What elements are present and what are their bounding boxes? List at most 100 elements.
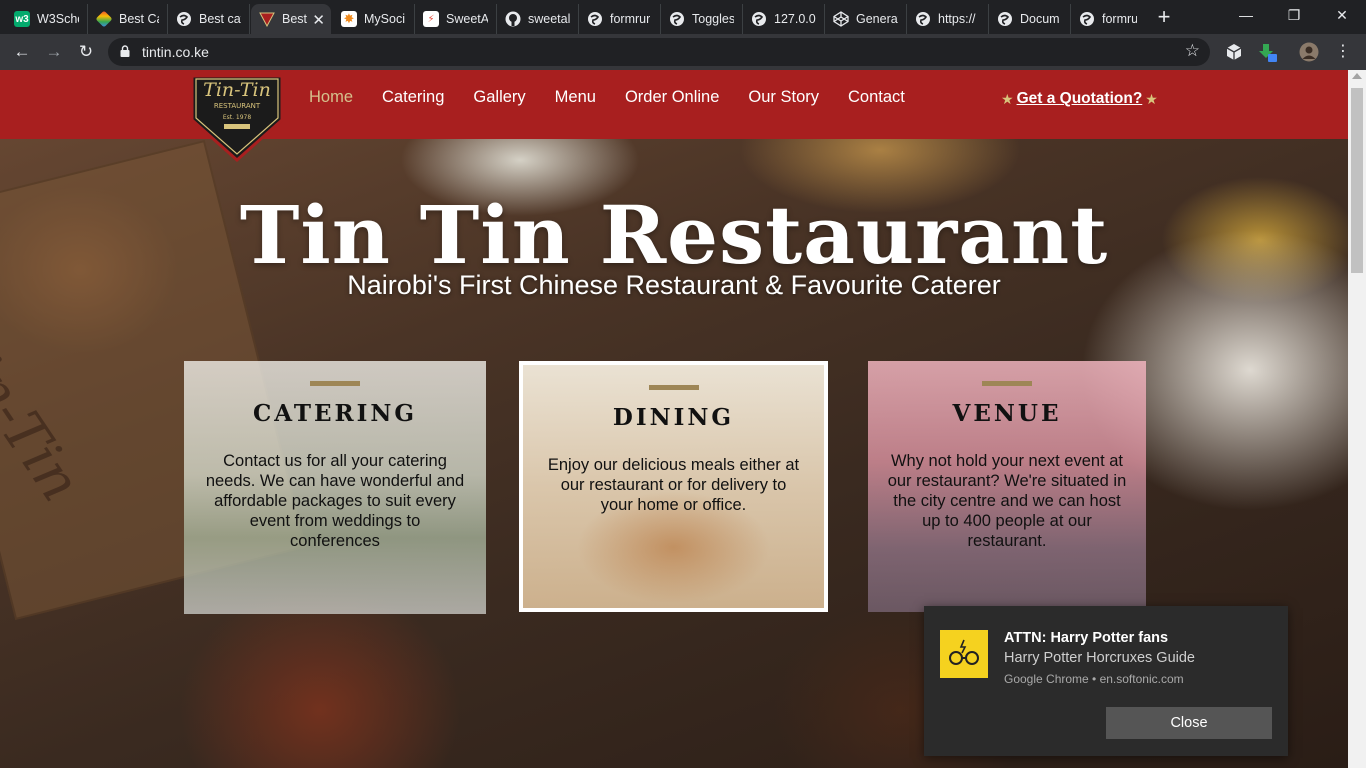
window-controls: — ❐ ✕ [1222, 0, 1366, 30]
nav-menu[interactable]: Menu [555, 88, 596, 107]
tab-label: 127.0.0. [774, 12, 816, 26]
sweetalert-icon: ⚡ [423, 11, 439, 27]
cube-extension-icon[interactable] [1224, 42, 1244, 62]
tab-formrun-2[interactable]: formrur [1071, 4, 1145, 34]
bookmark-star-icon[interactable]: ☆ [1185, 41, 1200, 61]
nav-gallery[interactable]: Gallery [473, 88, 525, 107]
nav-contact[interactable]: Contact [848, 88, 905, 107]
codepen-icon [833, 11, 849, 27]
card-accent-bar [982, 381, 1032, 386]
globe-icon [669, 11, 685, 27]
tab-https[interactable]: https:// [907, 4, 989, 34]
tab-best-ca[interactable]: Best Ca [88, 4, 168, 34]
card-accent-bar [648, 385, 699, 390]
back-arrow-icon[interactable]: ← [9, 39, 35, 65]
notification-title: ATTN: Harry Potter fans [1004, 630, 1169, 646]
nav-home[interactable]: Home [309, 88, 353, 107]
notification-source: Google Chrome • en.softonic.com [1004, 672, 1184, 686]
logo-sub: RESTAURANT [214, 102, 261, 110]
venue-card-text: Why not hold your next event at our rest… [887, 452, 1127, 550]
logo-est: Est. 1978 [223, 114, 252, 121]
url-text: tintin.co.ke [142, 44, 209, 60]
w3schools-icon: w3 [14, 11, 30, 27]
globe-icon [176, 11, 192, 27]
scrollbar-thumb[interactable] [1351, 88, 1363, 273]
kebab-menu-icon[interactable]: ⋮ [1330, 39, 1356, 65]
github-icon [505, 11, 521, 27]
chrome-notification[interactable]: ATTN: Harry Potter fans Harry Potter Hor… [924, 606, 1288, 756]
harry-potter-glasses-icon [940, 630, 988, 678]
star-icon: ★ [1001, 90, 1014, 107]
logo-chinese-characters [224, 124, 250, 129]
tab-label: MySoci [364, 12, 405, 26]
main-nav: Home Catering Gallery Menu Order Online … [309, 88, 934, 107]
tab-localhost[interactable]: 127.0.0. [743, 4, 825, 34]
nav-catering[interactable]: Catering [382, 88, 444, 107]
tab-label: formrur [610, 12, 651, 26]
tab-generate[interactable]: Generat [825, 4, 907, 34]
dining-card[interactable]: DINING Enjoy our delicious meals either … [519, 361, 828, 612]
address-bar[interactable]: tintin.co.ke ☆ [108, 38, 1210, 66]
venue-card[interactable]: VENUE Why not hold your next event at ou… [868, 361, 1146, 612]
logo-name: Tin-Tin [203, 79, 271, 101]
browser-tab-strip: w3 W3Scho Best Ca Best cat Best ✕ ✸ MySo… [0, 0, 1366, 34]
tab-label: formrur [1102, 12, 1137, 26]
quotation-cta: ★ Get a Quotation? ★ [998, 90, 1161, 108]
restore-icon[interactable]: ❐ [1270, 0, 1318, 30]
tab-active-tintin[interactable]: Best ✕ [251, 4, 331, 34]
tab-github[interactable]: sweetal [497, 4, 579, 34]
background-menu-text: Tin-Tin [0, 311, 94, 513]
tintin-logo[interactable]: Tin-Tin RESTAURANT Est. 1978 [190, 74, 284, 162]
catering-card-title: CATERING [252, 400, 418, 427]
new-tab-button[interactable]: + [1152, 4, 1176, 30]
tab-label: Docum [1020, 12, 1060, 26]
card-accent-bar [310, 381, 360, 386]
site-header: Tin-Tin RESTAURANT Est. 1978 Home Cateri… [0, 70, 1348, 162]
catering-card[interactable]: CATERING Contact us for all your caterin… [184, 361, 486, 614]
venue-card-title: VENUE [952, 400, 1062, 427]
close-window-icon[interactable]: ✕ [1318, 0, 1366, 30]
tab-mysocial[interactable]: ✸ MySoci [333, 4, 415, 34]
nav-order-online[interactable]: Order Online [625, 88, 719, 107]
tintin-logo-icon [259, 11, 275, 27]
lock-icon [120, 45, 130, 57]
page-scrollbar[interactable] [1348, 70, 1366, 768]
minimize-icon[interactable]: — [1222, 0, 1270, 30]
tab-formrun[interactable]: formrur [579, 4, 661, 34]
hero-title: Tin Tin Restaurant [239, 188, 1109, 282]
globe-icon [915, 11, 931, 27]
tab-label: SweetA [446, 12, 488, 26]
catering-card-text: Contact us for all your catering needs. … [205, 452, 465, 550]
profile-avatar[interactable] [1299, 42, 1319, 62]
globe-icon [587, 11, 603, 27]
download-extension-icon[interactable] [1257, 42, 1277, 62]
scroll-up-arrow-icon[interactable] [1352, 73, 1362, 79]
tab-w3schools[interactable]: w3 W3Scho [6, 4, 88, 34]
dining-card-title: DINING [612, 404, 735, 431]
tab-label: sweetal [528, 12, 570, 26]
tab-sweetalert[interactable]: ⚡ SweetA [415, 4, 497, 34]
tab-toggles[interactable]: Toggles [661, 4, 743, 34]
tab-label: W3Scho [37, 12, 79, 26]
dining-card-text: Enjoy our delicious meals either at our … [547, 456, 800, 514]
reload-icon[interactable]: ↻ [73, 39, 99, 65]
globe-icon [1079, 11, 1095, 27]
forward-arrow-icon[interactable]: → [41, 39, 67, 65]
tab-document[interactable]: Docum [989, 4, 1071, 34]
tab-label: https:// [938, 12, 976, 26]
mysocial-icon: ✸ [341, 11, 357, 27]
nav-our-story[interactable]: Our Story [748, 88, 819, 107]
notification-body: Harry Potter Horcruxes Guide [1004, 650, 1195, 666]
tab-best-cat[interactable]: Best cat [168, 4, 250, 34]
browser-toolbar: ← → ↻ tintin.co.ke ☆ ⋮ [0, 34, 1366, 70]
get-quotation-link[interactable]: Get a Quotation? [1017, 90, 1143, 108]
tab-label: Best Ca [119, 12, 159, 26]
hero-subtitle: Nairobi's First Chinese Restaurant & Fav… [347, 270, 1001, 300]
tab-label: Generat [856, 12, 898, 26]
close-tab-icon[interactable]: ✕ [312, 11, 325, 29]
notification-close-button[interactable]: Close [1106, 707, 1272, 739]
colorful-diamond-icon [95, 10, 113, 28]
tab-label: Toggles [692, 12, 734, 26]
globe-icon [997, 11, 1013, 27]
star-icon: ★ [1145, 90, 1158, 107]
